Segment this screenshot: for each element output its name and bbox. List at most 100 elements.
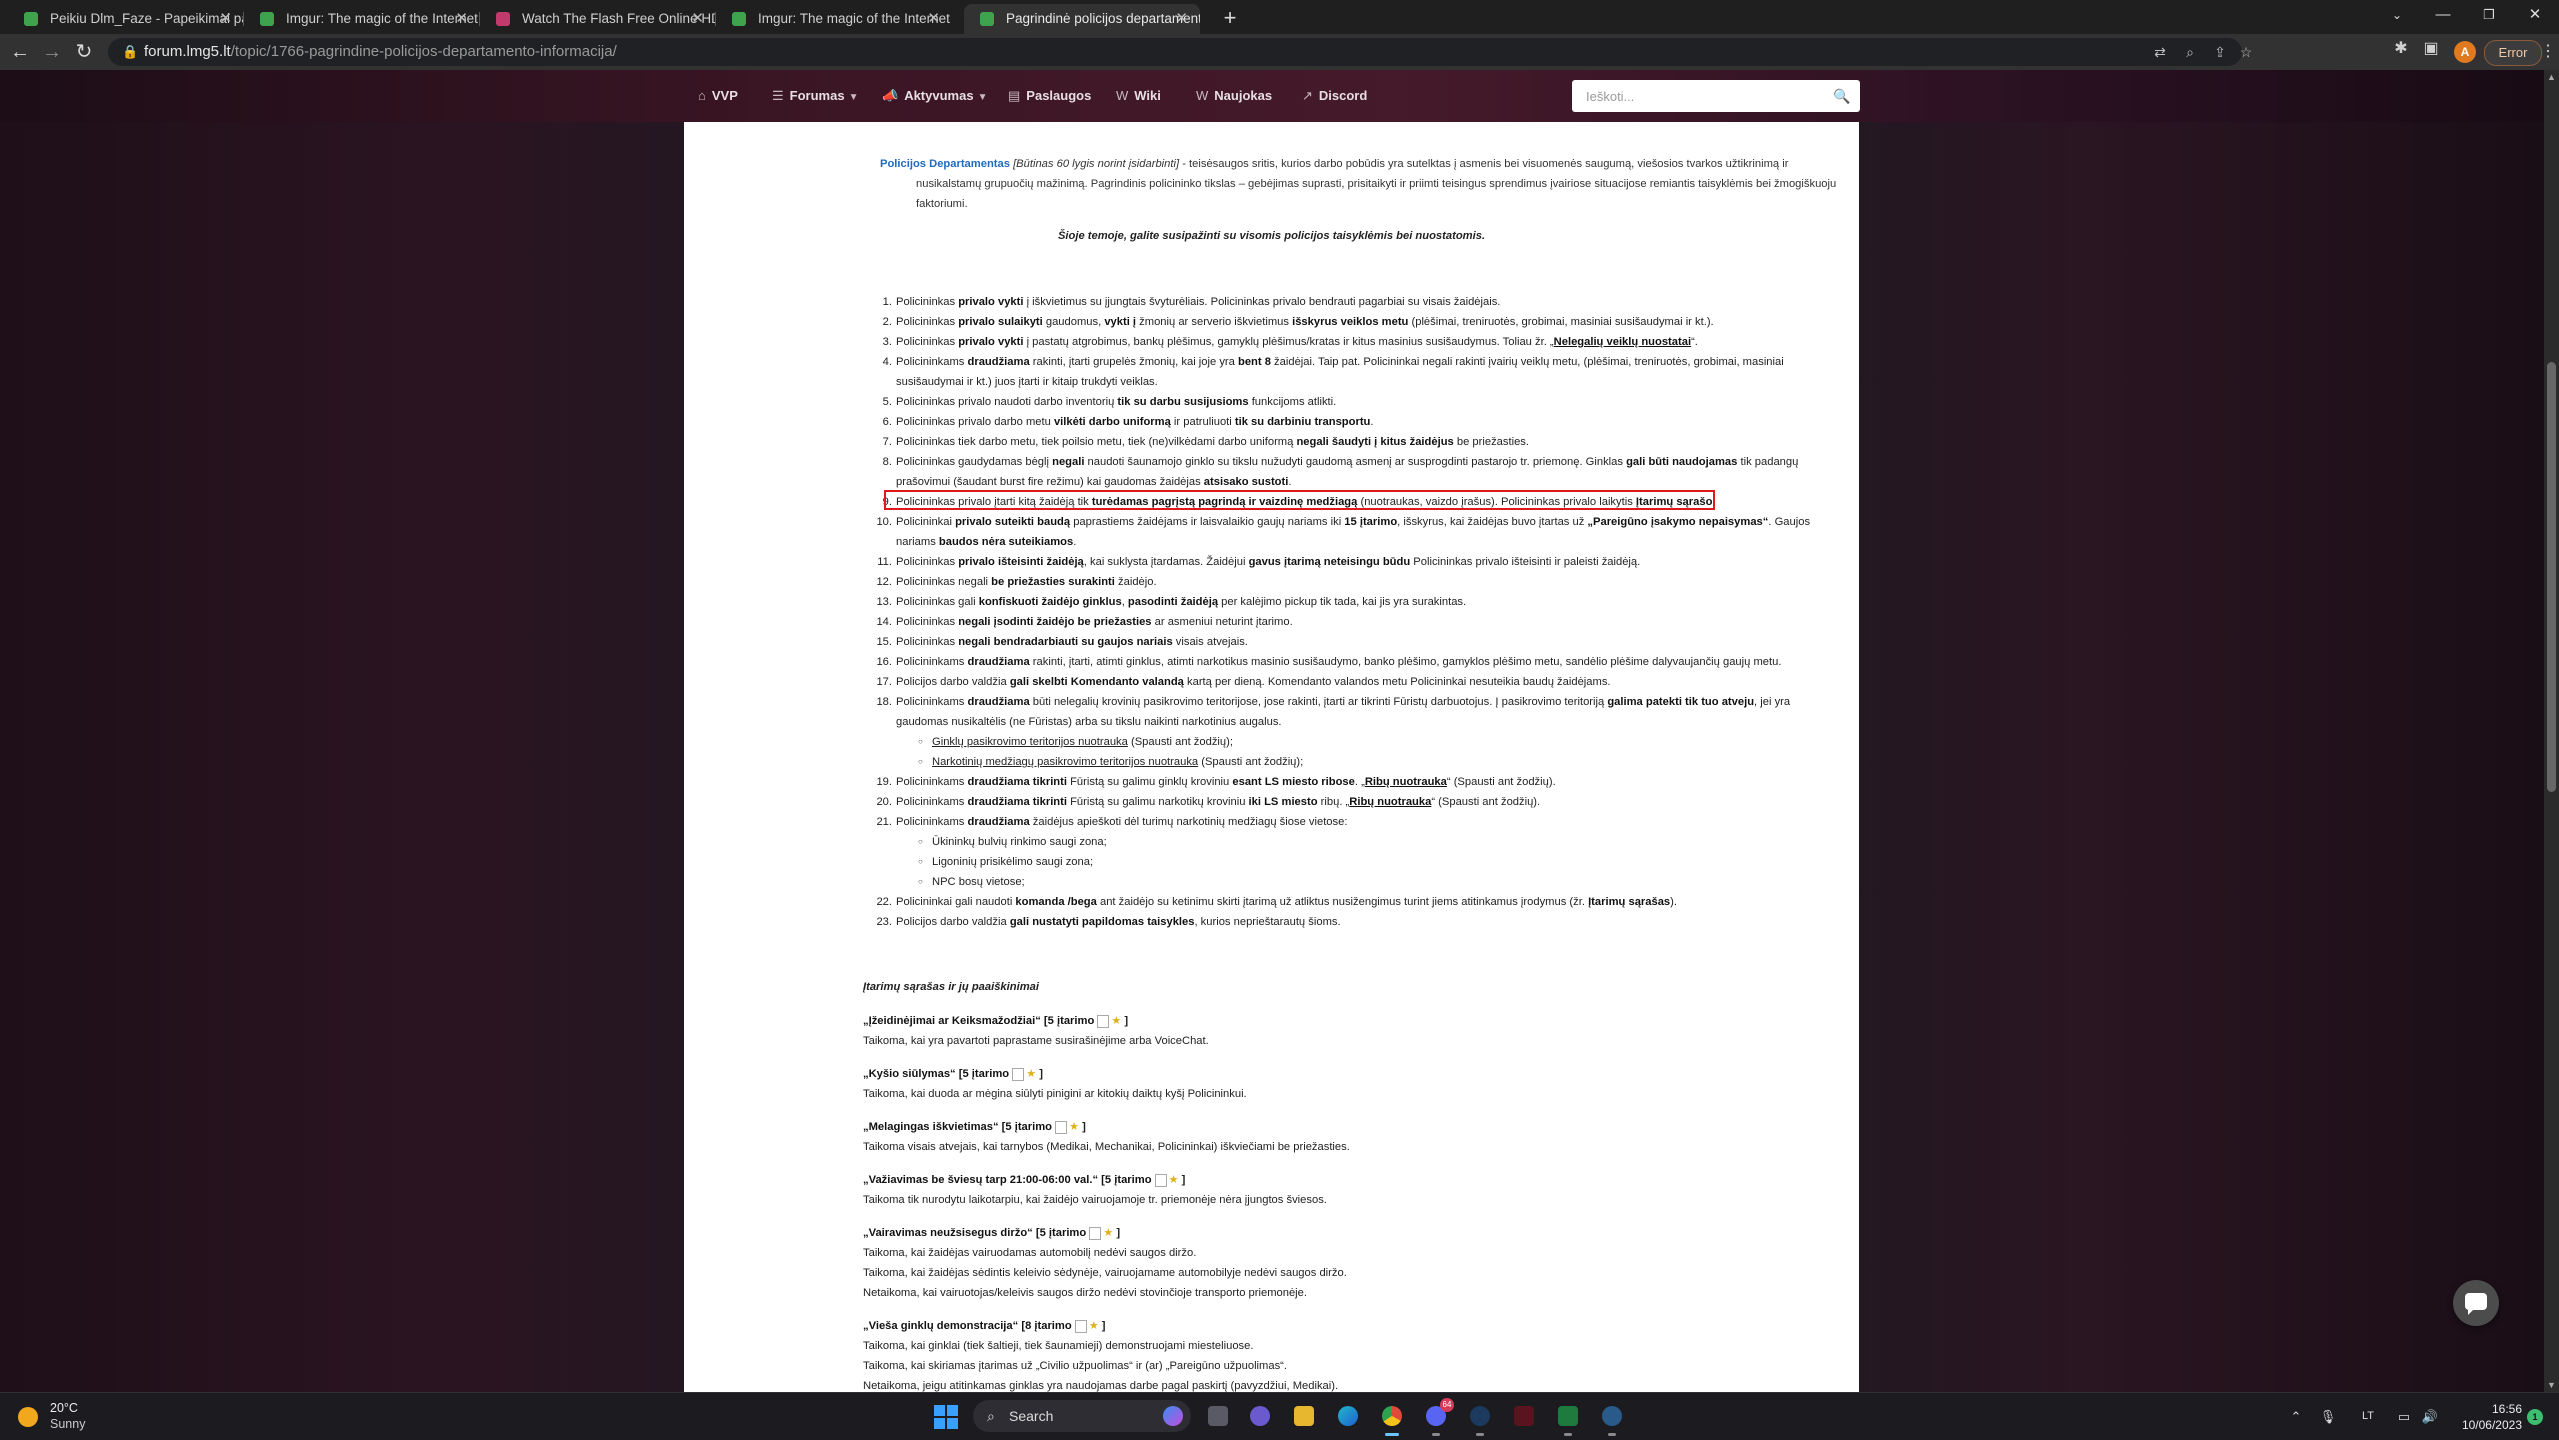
browser-menu-icon[interactable]: ⋮ [2540,40,2556,64]
tab-search-chevron-icon[interactable]: ⌄ [2374,0,2420,30]
tab-2[interactable]: Watch The Flash Free Online HD ✕ [480,4,716,34]
address-bar[interactable]: 🔒 forum.lmg5.lt/topic/1766-pagrindine-po… [108,38,2252,66]
rule-item: 14. Policininkas negali įsodinti žaidėjo … [876,612,1841,632]
rule-item: 17. Policijos darbo valdžia gali skelbti … [876,672,1841,692]
rule-link[interactable]: Ribų nuotrauka [1365,776,1447,788]
bold-text: vykti į [1104,316,1137,328]
rule-text: ir patruliuoti [1170,416,1235,428]
tab-close-icon[interactable]: ✕ [455,4,468,34]
chat-icon [2465,1293,2487,1315]
windows-start-icon[interactable] [934,1405,958,1429]
rule-link[interactable]: Nelegalių veiklų nuostatai [1554,336,1691,348]
rule-number: 20. [876,796,892,808]
reload-icon[interactable]: ↻ [70,38,98,66]
nav-item-wiki[interactable]: W Wiki [1116,70,1161,122]
tray-chevron-up-icon[interactable]: ⌃ [2284,1393,2308,1440]
charge-close-bracket: ] [1082,1121,1086,1133]
broken-image-icon [1154,1173,1167,1187]
chrome-icon[interactable] [1376,1400,1408,1436]
search-input[interactable] [1572,80,1822,112]
zoom-icon[interactable]: ⌕ [2178,38,2202,66]
network-icon[interactable]: ▭ [2392,1393,2416,1440]
nav-item-paslaugos[interactable]: ▤ Paslaugos [1008,70,1091,122]
tab-0[interactable]: Peikiu Dlm_Faze - Papeikimai par ✕ [8,4,244,34]
rule-item: 15. Policininkas negali bendradarbiauti s… [876,632,1841,652]
page-scrollbar[interactable]: ▲ ▼ [2544,70,2559,1392]
teams-chat-icon[interactable] [1244,1400,1276,1432]
tab-1[interactable]: Imgur: The magic of the Internet ✕ [244,4,480,34]
nav-item-discord[interactable]: ↗ Discord [1302,70,1367,122]
file-explorer-icon[interactable] [1288,1400,1320,1432]
rule-text: gaudomus, [1042,316,1105,328]
rule-text: žaidėjo. [1114,576,1157,588]
nav-item-naujokas[interactable]: W Naujokas [1196,70,1272,122]
rule-sublist: Ūkininkų bulvių rinkimo saugi zona; Ligon… [918,832,1841,892]
charges-section: Įtarimų sąrašas ir jų paaiškinimai „Įžei… [863,977,1823,1392]
bold-text: draudžiama [967,696,1030,708]
extensions-puzzle-icon[interactable]: ✱ [2390,38,2412,60]
bold-text: iki LS miesto [1248,796,1318,808]
close-window-button[interactable]: ✕ [2512,0,2558,30]
rule-link[interactable]: Ribų nuotrauka [1349,796,1431,808]
scroll-down-icon[interactable]: ▼ [2544,1378,2559,1392]
minimize-button[interactable]: — [2420,0,2466,30]
nav-item-aktyvumas[interactable]: 📣 Aktyvumas ▼ [882,70,987,122]
tab-close-icon[interactable]: ✕ [927,4,940,34]
rule-text: (plėšimai, treniruotės, grobimai, masini… [1408,316,1714,328]
rule-item: 12. Policininkas negali be priežasties su… [876,572,1841,592]
search-icon[interactable]: 🔍 [1824,80,1860,112]
notification-badge[interactable]: 1 [2527,1409,2543,1425]
rule-number: 16. [876,656,892,668]
share-icon[interactable]: ⇪ [2208,38,2232,66]
tab-4-active[interactable]: Pagrindinė policijos departament ✕ [964,4,1200,34]
steam-icon[interactable] [1464,1400,1496,1436]
tab-3[interactable]: Imgur: The magic of the Internet ✕ [716,4,952,34]
scroll-thumb[interactable] [2547,362,2556,792]
rule-text: Fūristą su galimu ginklų kroviniu [1066,776,1233,788]
new-tab-button[interactable]: + [1216,4,1244,32]
bold-text: negali bendradarbiauti su gaujos nariais [958,636,1173,648]
rule-link[interactable]: Narkotinių medžiagų pasikrovimo teritori… [932,756,1198,768]
tab-close-icon[interactable]: ✕ [1175,4,1188,34]
nav-item-forumas[interactable]: ☰ Forumas ▼ [772,70,858,122]
tab-close-icon[interactable]: ✕ [219,4,232,34]
restore-button[interactable]: ❐ [2466,0,2512,30]
rule-item: 1. Policininkas privalo vykti į iškvietim… [883,292,1841,312]
rule-text: Policininkas [896,556,959,568]
nav-item-vvp[interactable]: ⌂ VVP [698,70,738,122]
rule-number: 22. [876,896,892,908]
discord-icon[interactable]: 64 [1420,1398,1454,1436]
intro-link[interactable]: Policijos Departamentas [880,158,1010,170]
side-panel-icon[interactable]: ▣ [2420,38,2442,60]
rule-number: 12. [876,576,892,588]
game-app-icon[interactable] [1508,1400,1540,1432]
edge-browser-icon[interactable] [1332,1400,1364,1432]
address-url[interactable]: forum.lmg5.lt/topic/1766-pagrindine-poli… [144,38,617,66]
language-indicator[interactable]: LT [2354,1393,2382,1440]
bing-icon[interactable] [1163,1406,1183,1426]
microphone-icon[interactable]: 🎙 [2316,1393,2340,1440]
rule-link[interactable]: Ginklų pasikrovimo teritorijos nuotrauka [932,736,1128,748]
spreadsheet-app-icon[interactable] [1552,1400,1584,1436]
rule-subitem: Narkotinių medžiagų pasikrovimo teritori… [918,752,1841,772]
chat-bubble-button[interactable] [2453,1280,2499,1326]
taskbar-search[interactable]: ⌕ Search [973,1400,1191,1432]
bold-text: negali įsodinti žaidėjo be priežasties [958,616,1152,628]
scroll-up-icon[interactable]: ▲ [2544,70,2559,84]
update-error-button[interactable]: Error [2484,40,2542,66]
system-clock[interactable]: 16:56 10/06/2023 [2452,1401,2522,1433]
lock-icon[interactable]: 🔒 [122,38,138,66]
bookmark-star-icon[interactable]: ☆ [2234,38,2258,66]
rule-text: ). [1670,896,1677,908]
volume-icon[interactable]: 🔊 [2418,1393,2442,1440]
steam-helper-icon[interactable] [1596,1400,1628,1436]
tab-close-icon[interactable]: ✕ [691,4,704,34]
broken-image-icon [1074,1319,1087,1333]
task-view-icon[interactable] [1202,1400,1234,1432]
translate-icon[interactable]: ⇄ [2148,38,2172,66]
forward-arrow-icon[interactable]: → [38,38,66,66]
back-arrow-icon[interactable]: ← [6,38,34,66]
bold-text: draudžiama [967,356,1030,368]
rule-text: ar asmeniui neturint įtarimo. [1151,616,1293,628]
profile-avatar[interactable]: A [2454,41,2476,63]
